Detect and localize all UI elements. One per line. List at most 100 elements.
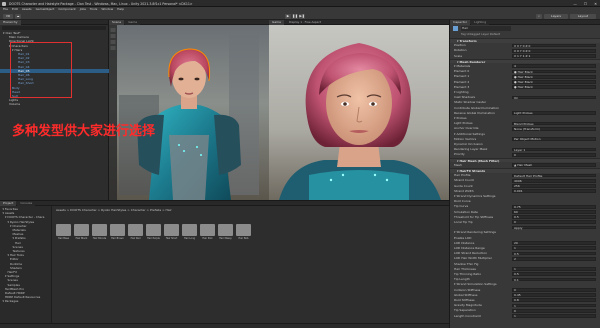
property-value[interactable]: ● Hair Black: [512, 79, 596, 84]
property-value[interactable]: X 1 Y 1 Z 1: [512, 53, 596, 58]
minimize-button[interactable]: —: [573, 2, 577, 6]
property-row[interactable]: Position X 0 Y 0 Z 0: [450, 43, 600, 48]
property-row[interactable]: Motion Vectors Per Object Motion: [450, 137, 600, 142]
property-value[interactable]: Layer 1: [512, 147, 596, 152]
property-value[interactable]: None (Transform): [512, 126, 596, 131]
property-row[interactable]: Static Shadow Caster: [450, 100, 600, 105]
property-value[interactable]: 0.1: [512, 277, 596, 282]
asset-tile[interactable]: Hair Pink: [200, 224, 215, 241]
property-row[interactable]: Rendering Layer Mask Layer 1: [450, 147, 600, 152]
asset-tile[interactable]: Hair Short: [164, 224, 179, 241]
maximize-button[interactable]: ☐: [584, 2, 587, 6]
property-row[interactable]: Enable LOD: [450, 236, 600, 241]
property-value[interactable]: 0.5: [512, 272, 596, 277]
property-value[interactable]: 0: [512, 220, 596, 225]
property-value[interactable]: 0.001: [512, 189, 596, 193]
property-row[interactable]: Receive Global Illumination Light Probes: [450, 111, 600, 116]
play-button[interactable]: ▶: [285, 13, 291, 19]
property-row[interactable]: Root Stiffness 0.8: [450, 298, 600, 303]
property-value[interactable]: ● Hair Black: [512, 69, 596, 74]
property-row[interactable]: Simulation Rate 60: [450, 210, 600, 215]
component-header[interactable]: ▾ Transform: [450, 38, 600, 43]
component-header[interactable]: ▾ Hair Mesh (Mesh Filter): [450, 157, 600, 163]
account-button[interactable]: VR: [3, 13, 13, 19]
property-value[interactable]: 0.8: [512, 298, 596, 303]
property-row[interactable]: ▾ Strand Dynamics Settings: [450, 194, 600, 199]
property-value[interactable]: 1: [512, 313, 596, 318]
property-row[interactable]: Cast Shadows On: [450, 95, 600, 100]
property-value[interactable]: Light Probes: [512, 111, 596, 115]
property-value[interactable]: 4096: [512, 178, 596, 183]
property-row[interactable]: Collision Stiffness 0: [450, 288, 600, 293]
asset-tile[interactable]: Hair Base: [56, 224, 71, 241]
property-value[interactable]: 0: [512, 287, 596, 292]
property-row[interactable]: Tip Seperation 0: [450, 308, 600, 313]
cloud-icon[interactable]: ☁: [15, 13, 21, 19]
asset-tile[interactable]: Hair Long: [182, 224, 197, 241]
asset-tile[interactable]: Hair Bob: [236, 224, 251, 241]
property-row[interactable]: Strand Width 0.001: [450, 189, 600, 194]
property-row[interactable]: ▾ Strand Simulation Settings: [450, 282, 600, 287]
component-header[interactable]: ▾ Mesh Renderer: [450, 58, 600, 64]
property-row[interactable]: Mesh ▲ Hair Mesh: [450, 163, 600, 168]
property-row[interactable]: Element 1 ● Hair Black: [450, 74, 600, 79]
tag-layer-row[interactable]: Tag Untagged Layer Default: [461, 32, 500, 36]
property-row[interactable]: Tip Curve 0.75: [450, 204, 600, 209]
asset-tile[interactable]: Hair Brown: [110, 224, 125, 241]
project-folder[interactable]: ▾ Packages: [3, 299, 19, 303]
property-value[interactable]: ● Hair Black: [512, 74, 596, 79]
object-name-field[interactable]: Hair: [461, 26, 511, 31]
property-value[interactable]: 1: [512, 303, 596, 308]
scene-view-panel[interactable]: Scene Game: [109, 20, 269, 200]
property-row[interactable]: Hair Thickness 1: [450, 267, 600, 272]
property-row[interactable]: LOD Distance 20: [450, 241, 600, 246]
property-row[interactable]: Element 2 ● Hair Black: [450, 80, 600, 85]
property-value[interactable]: 60: [512, 209, 596, 214]
property-row[interactable]: Tip Length 0.1: [450, 277, 600, 282]
property-value[interactable]: Default Hair Profile: [512, 173, 596, 178]
property-row[interactable]: Contribute Global Illumination: [450, 106, 600, 111]
property-row[interactable]: Shadow Thin Fig: [450, 262, 600, 267]
property-row[interactable]: Guide Count 256: [450, 184, 600, 189]
property-row[interactable]: Strand Count 4096: [450, 178, 600, 183]
asset-tile[interactable]: Hair Red: [128, 224, 143, 241]
property-row[interactable]: ▾ Probes: [450, 116, 600, 121]
breadcrumb[interactable]: Assets > DOOTS Character > Ryoko HairSty…: [56, 208, 172, 212]
property-value[interactable]: On: [512, 95, 596, 100]
property-value[interactable]: 1: [512, 267, 596, 271]
property-value[interactable]: 1: [512, 246, 596, 251]
property-value[interactable]: X 0 Y 0 Z 0: [512, 48, 596, 53]
property-row[interactable]: LOD Hair Width Multiplier 2: [450, 256, 600, 261]
property-row[interactable]: Element 3 ● Hair Black: [450, 85, 600, 90]
game-display-label[interactable]: Display 1 · Free Aspect: [289, 20, 321, 24]
property-row[interactable]: ▾ Materials 4: [450, 64, 600, 69]
property-value[interactable]: 4: [512, 64, 596, 69]
property-row[interactable]: Local Tip Tip 0: [450, 220, 600, 225]
property-value[interactable]: 0.5: [512, 215, 596, 219]
property-value[interactable]: 0.5: [512, 251, 596, 256]
property-row[interactable]: Priority 0: [450, 152, 600, 157]
property-row[interactable]: Global Stiffness 0.45: [450, 293, 600, 298]
property-value[interactable]: Blend Probes: [512, 121, 596, 126]
search-icon[interactable]: ⌕: [536, 13, 542, 19]
property-value[interactable]: 2: [512, 256, 596, 261]
property-row[interactable]: Light Probes Blend Probes: [450, 121, 600, 126]
tab-lighting[interactable]: Lighting: [471, 20, 490, 25]
property-row[interactable]: Rotation X 0 Y 0 Z 0: [450, 48, 600, 53]
property-value[interactable]: 0: [512, 308, 596, 313]
tab-inspector[interactable]: Inspector: [450, 20, 470, 25]
pause-button[interactable]: ❚❚: [292, 13, 298, 19]
hierarchy-item[interactable]: Volume: [9, 102, 20, 106]
property-value[interactable]: ● Hair Black: [512, 85, 596, 89]
property-value[interactable]: 0: [512, 152, 596, 157]
property-value[interactable]: X 0 Y 0 Z 0: [512, 43, 596, 48]
asset-tile[interactable]: Hair Blonde: [92, 224, 107, 241]
layout-dropdown[interactable]: Layout: [570, 13, 596, 19]
asset-tile[interactable]: Hair Purple: [146, 224, 161, 241]
step-button[interactable]: ▶❚: [299, 13, 305, 19]
property-row[interactable]: Scale X 1 Y 1 Z 1: [450, 54, 600, 59]
property-row[interactable]: Gravity Magnitude 1: [450, 303, 600, 308]
asset-tile[interactable]: Hair Messy: [218, 224, 233, 241]
property-row[interactable]: Apply: [450, 225, 600, 230]
layers-dropdown[interactable]: Layers: [544, 13, 568, 19]
